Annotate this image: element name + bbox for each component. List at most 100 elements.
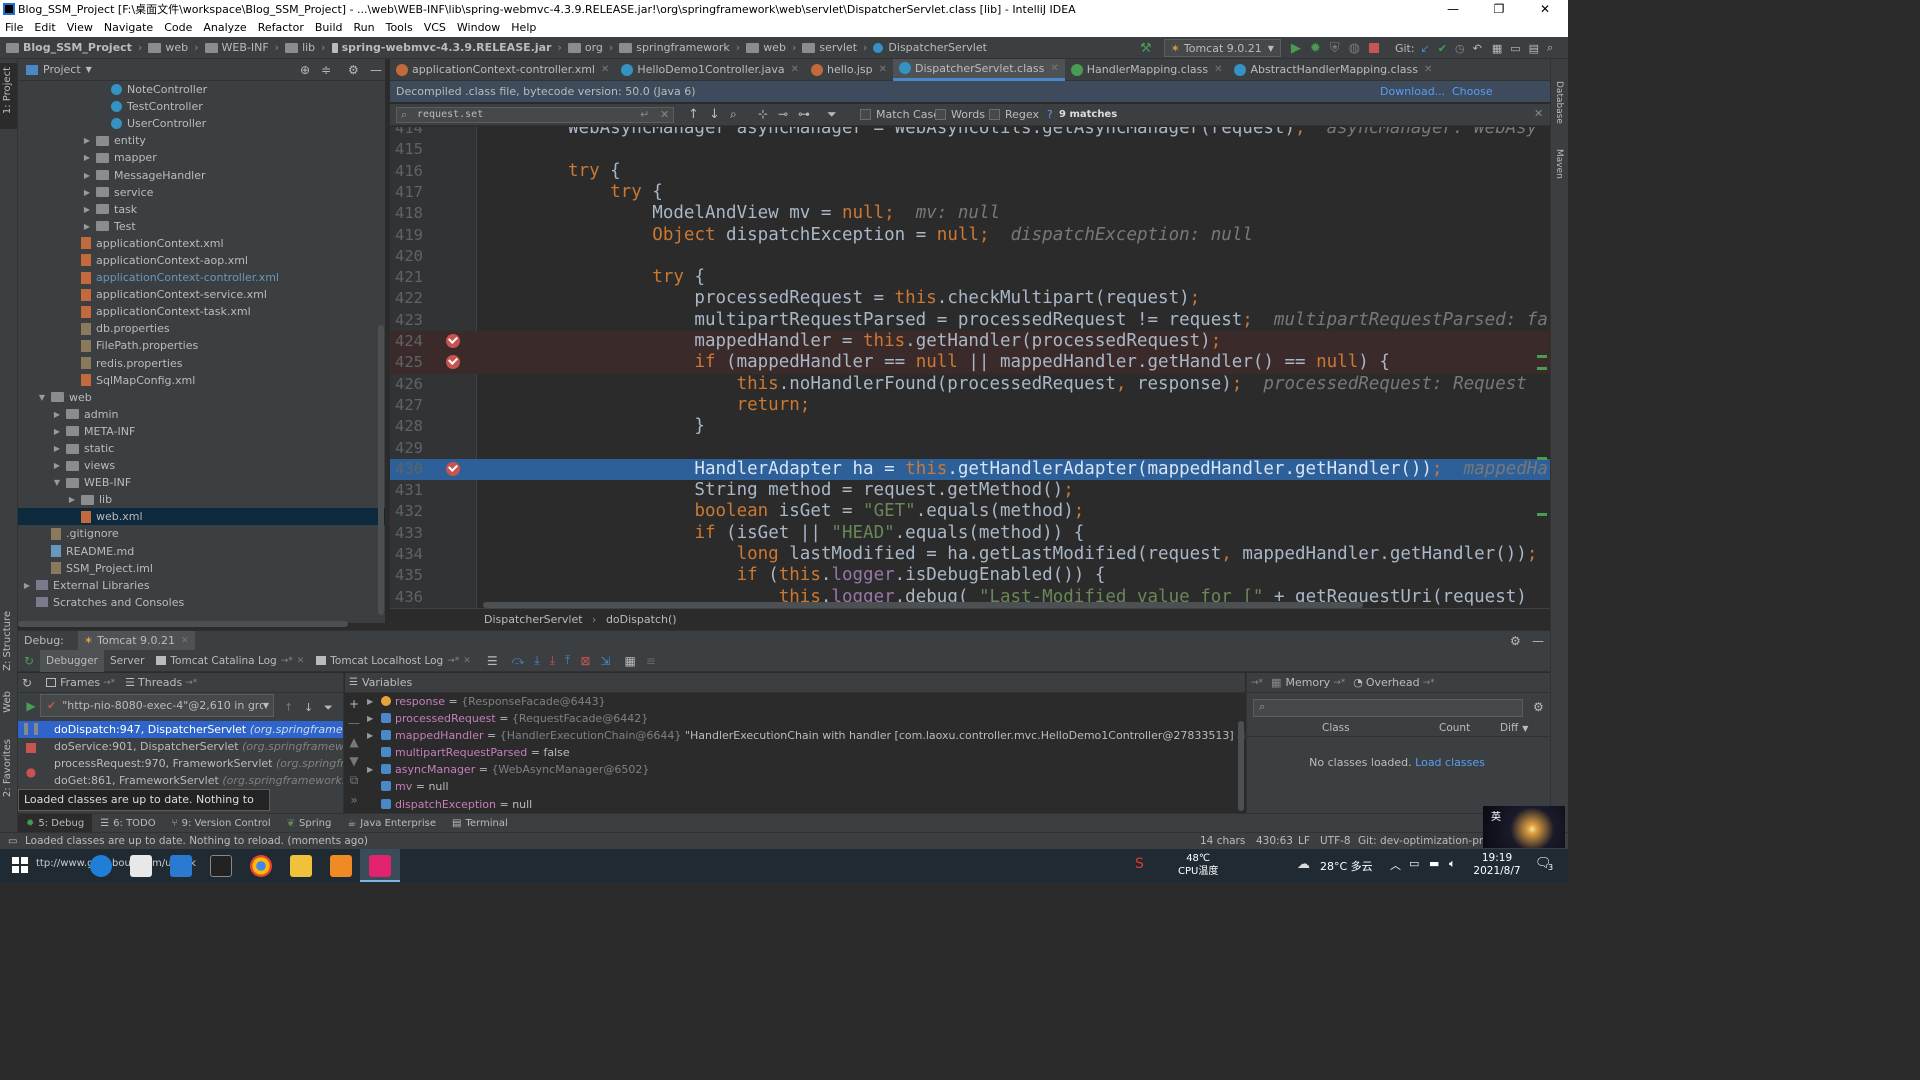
battery-icon[interactable]: ▬	[1429, 857, 1439, 870]
line-number[interactable]: 431	[390, 480, 423, 501]
tree-item[interactable]: ▶ External Libraries	[18, 577, 385, 594]
line-number[interactable]: 426	[390, 374, 423, 395]
project-structure-icon[interactable]: ▦	[1492, 42, 1502, 55]
line-number[interactable]: 428	[390, 416, 423, 437]
intellij-taskbar-button[interactable]	[360, 849, 400, 882]
search-everywhere-icon[interactable]: ⌕	[1547, 41, 1553, 55]
tab-debugger[interactable]: Debugger	[40, 649, 104, 672]
step-out-icon[interactable]: ⤒	[565, 653, 570, 668]
stack-frame[interactable]: doDispatch:947, DispatcherServlet (org.s…	[18, 721, 343, 738]
trace-icon[interactable]: ≡	[646, 654, 656, 668]
line-number[interactable]: 425	[390, 352, 423, 373]
code-line[interactable]: 431 String method = request.getMethod();	[390, 480, 1550, 501]
tree-item[interactable]: ▶ task	[18, 201, 385, 218]
col-diff[interactable]: Diff ▼	[1500, 722, 1528, 734]
expand-icon[interactable]: ▶	[367, 761, 373, 778]
line-number[interactable]: 436	[390, 587, 423, 608]
crumb-org[interactable]: org	[567, 41, 603, 54]
select-all-occurrences-icon[interactable]: ⊶	[798, 107, 810, 121]
chevron-right-icon[interactable]: ▶	[52, 457, 62, 474]
tree-item[interactable]: ▼ web	[18, 389, 385, 406]
line-number[interactable]: 434	[390, 544, 423, 565]
code-line[interactable]: 417 try {	[390, 182, 1550, 203]
git-update-icon[interactable]: ↙	[1421, 42, 1430, 55]
threads-label[interactable]: Threads	[138, 676, 182, 689]
tree-item[interactable]: db.properties	[18, 320, 385, 337]
debug-bug-icon[interactable]: ✹	[1310, 41, 1321, 56]
tree-item[interactable]: ▶ entity	[18, 132, 385, 149]
filter-icon[interactable]: ⏷	[324, 701, 333, 715]
col-class[interactable]: Class	[1322, 722, 1350, 734]
expand-icon[interactable]: ▶	[367, 710, 373, 727]
line-number[interactable]: 421	[390, 267, 423, 288]
close-tab-icon[interactable]: ✕	[297, 656, 305, 666]
breadcrumb-class[interactable]: DispatcherServlet	[484, 613, 583, 626]
chevron-right-icon[interactable]: ▶	[82, 218, 92, 235]
code-line[interactable]: 422 processedRequest = this.checkMultipa…	[390, 288, 1550, 309]
hammer-icon[interactable]: ⚒	[1140, 41, 1152, 56]
line-number[interactable]: 416	[390, 161, 423, 182]
menu-navigate[interactable]: Navigate	[99, 19, 159, 37]
chevron-right-icon[interactable]: ▶	[67, 491, 77, 508]
tree-item[interactable]: NoteController	[18, 81, 385, 98]
rerun-icon[interactable]: ↻	[18, 654, 40, 668]
code-line[interactable]: 415	[390, 139, 1550, 160]
code-line[interactable]: 420	[390, 246, 1550, 267]
git-commit-icon[interactable]: ✔	[1438, 42, 1447, 55]
version-control-tool-button[interactable]: ⑂ 9: Version Control	[164, 814, 279, 834]
maximize-button[interactable]: ❐	[1476, 0, 1522, 19]
run-config-select[interactable]: ✶ Tomcat 9.0.21 ▼	[1163, 39, 1281, 57]
weather-text[interactable]: 28°C 多云	[1320, 858, 1373, 874]
tree-item[interactable]: ▶ lib	[18, 491, 385, 508]
tree-item[interactable]: ▶ admin	[18, 406, 385, 423]
tree-item[interactable]: ▼ WEB-INF	[18, 474, 385, 491]
code-editor[interactable]: 414 WebAsyncManager asyncManager = WebAsy…	[390, 127, 1550, 608]
terminal-icon[interactable]: ▤	[1529, 42, 1539, 55]
crumb-web-inf[interactable]: WEB-INF	[204, 41, 269, 54]
variable-row[interactable]: dispatchException = null	[345, 796, 1245, 813]
tree-item[interactable]: applicationContext-task.xml	[18, 303, 385, 320]
menu-tools[interactable]: Tools	[381, 19, 419, 37]
tab-localhost-log[interactable]: Tomcat Localhost Log →* ✕	[310, 650, 477, 672]
match-case-checkbox[interactable]: Match Case	[860, 108, 940, 121]
chrome-icon[interactable]	[250, 855, 272, 877]
store-icon[interactable]	[130, 855, 152, 877]
editor-tab[interactable]: DispatcherServlet.class ✕	[893, 58, 1065, 81]
words-checkbox[interactable]: Words	[935, 108, 985, 121]
line-number[interactable]: 415	[390, 139, 423, 160]
menu-code[interactable]: Code	[159, 19, 198, 37]
force-step-into-icon[interactable]: ⤓	[550, 653, 555, 668]
menu-window[interactable]: Window	[452, 19, 506, 37]
editor-tab[interactable]: HandlerMapping.class ✕	[1065, 59, 1229, 81]
crumb-jar[interactable]: spring-webmvc-4.3.9.RELEASE.jar	[331, 41, 551, 54]
tree-item[interactable]: ▶ views	[18, 457, 385, 474]
editor-tab[interactable]: hello.jsp ✕	[805, 59, 893, 81]
memory-search-input[interactable]: ⌕	[1253, 699, 1523, 717]
code-line[interactable]: 418 ModelAndView mv = null; mv: null	[390, 203, 1550, 224]
gear-icon[interactable]: ⚙	[348, 63, 359, 77]
editor-tab[interactable]: AbstractHandlerMapping.class ✕	[1228, 59, 1438, 81]
sublime-icon[interactable]	[330, 855, 352, 877]
tree-item[interactable]: SqlMapConfig.xml	[18, 372, 385, 389]
code-line[interactable]: 426 this.noHandlerFound(processedRequest…	[390, 374, 1550, 395]
hide-panel-icon[interactable]: —	[1532, 634, 1544, 648]
chevron-right-icon[interactable]: ▶	[82, 184, 92, 201]
breakpoint-icon[interactable]	[446, 461, 460, 476]
tree-item[interactable]: .gitignore	[18, 525, 385, 542]
line-number[interactable]: 433	[390, 523, 423, 544]
git-rollback-icon[interactable]: ↶	[1473, 42, 1482, 55]
project-tool-button[interactable]: 1: Project	[2, 67, 13, 114]
down-icon[interactable]: ↓	[304, 701, 313, 714]
minimize-button[interactable]: —	[1430, 0, 1476, 19]
cpu-temp-widget[interactable]: 48℃ CPU温度	[1178, 852, 1218, 878]
hide-panel-icon[interactable]: —	[370, 63, 382, 77]
file-explorer-icon[interactable]	[290, 855, 312, 877]
breakpoint-icon[interactable]	[446, 334, 460, 348]
project-tree-scrollbar[interactable]	[378, 325, 384, 615]
chevron-right-icon[interactable]: ▶	[52, 440, 62, 457]
line-number[interactable]: 422	[390, 288, 423, 309]
collapse-all-icon[interactable]: ≑	[321, 63, 331, 77]
next-occurrence-icon[interactable]: ↓	[709, 107, 720, 122]
caret-position[interactable]: 430:63	[1256, 833, 1293, 850]
stack-frame[interactable]: doGet:861, FrameworkServlet (org.springf…	[18, 772, 343, 789]
